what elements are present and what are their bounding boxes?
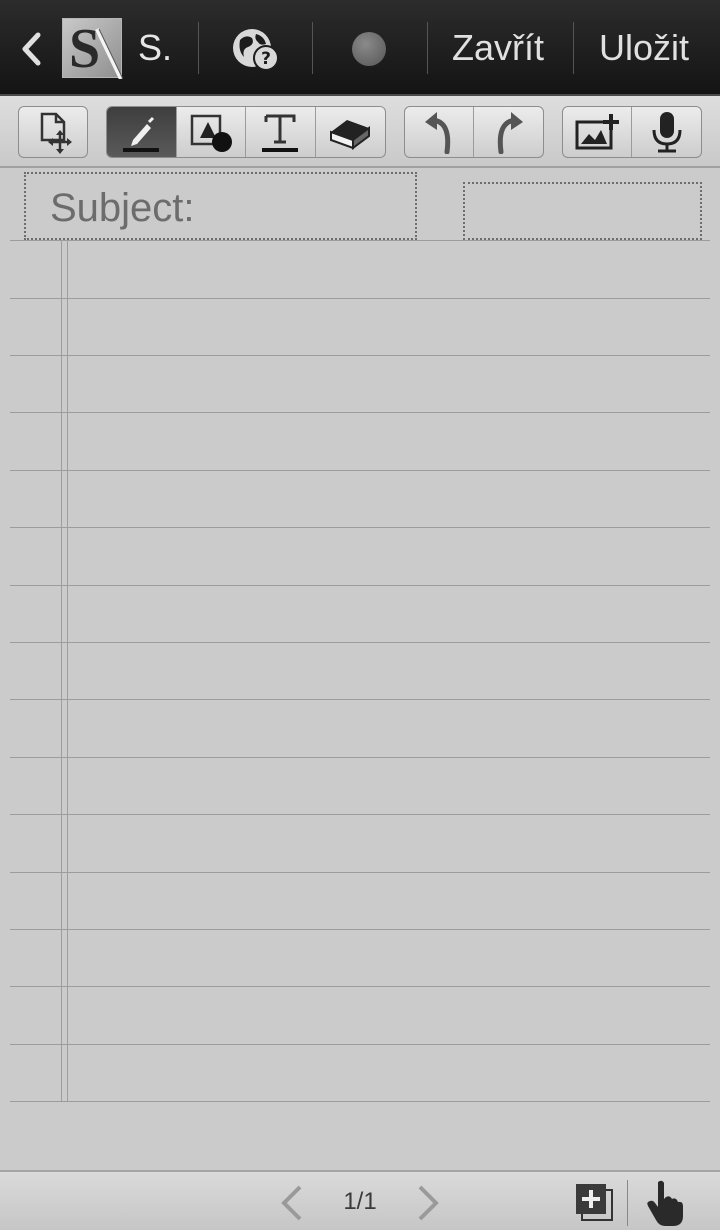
ruled-line [10, 298, 710, 299]
ruled-line [10, 240, 710, 241]
ruled-line [10, 527, 710, 528]
ruled-line [10, 585, 710, 586]
app-logo[interactable]: S [62, 18, 123, 80]
margin-line [61, 240, 62, 1102]
ruled-line [10, 412, 710, 413]
ruled-line [10, 814, 710, 815]
divider [627, 1180, 628, 1226]
ruled-line [10, 1044, 710, 1045]
save-button[interactable]: Uložit [599, 24, 689, 72]
stylus-icon [95, 28, 123, 79]
divider [573, 22, 574, 74]
redo-icon[interactable] [474, 107, 543, 157]
ruled-line [10, 757, 710, 758]
date-field[interactable] [463, 182, 702, 240]
prev-page-icon[interactable] [274, 1184, 308, 1222]
action-bar: S S. ? Zavřít Uložit [0, 0, 720, 96]
shape-icon[interactable] [177, 107, 246, 157]
subject-field[interactable]: Subject: [24, 172, 417, 240]
subject-label: Subject: [50, 186, 195, 230]
ruled-line [10, 1101, 710, 1102]
insert-tools-group [562, 106, 702, 158]
drawing-tools-group [106, 106, 386, 158]
tool-bar [0, 96, 720, 168]
page-tools-group [18, 106, 88, 158]
hand-pointer-icon[interactable] [644, 1178, 684, 1226]
svg-text:?: ? [261, 49, 271, 69]
undo-icon[interactable] [405, 107, 474, 157]
app-name[interactable]: S. [138, 28, 172, 68]
ruled-line [10, 470, 710, 471]
microphone-icon[interactable] [632, 107, 701, 157]
next-page-icon[interactable] [412, 1184, 446, 1222]
note-page[interactable]: Subject: [0, 168, 720, 1170]
ruled-line [10, 986, 710, 987]
margin-line [67, 240, 68, 1102]
page-move-icon[interactable] [19, 107, 87, 157]
pen-icon[interactable] [107, 107, 177, 157]
ruled-line [10, 642, 710, 643]
insert-image-icon[interactable] [563, 107, 632, 157]
page-indicator: 1/1 [343, 1188, 377, 1215]
record-dot-icon[interactable] [352, 32, 386, 66]
add-page-icon[interactable] [574, 1182, 614, 1222]
divider [312, 22, 313, 74]
close-button[interactable]: Zavřít [452, 24, 544, 72]
ruled-line [10, 872, 710, 873]
back-arrow-icon[interactable] [8, 18, 54, 80]
ruled-line [10, 929, 710, 930]
ruled-line [10, 355, 710, 356]
divider [427, 22, 428, 74]
eraser-icon[interactable] [316, 107, 386, 157]
text-icon[interactable] [246, 107, 316, 157]
ruled-line [10, 699, 710, 700]
history-tools-group [404, 106, 544, 158]
divider [198, 22, 199, 74]
globe-help-icon[interactable]: ? [228, 24, 284, 74]
bottom-bar: 1/1 [0, 1170, 720, 1230]
